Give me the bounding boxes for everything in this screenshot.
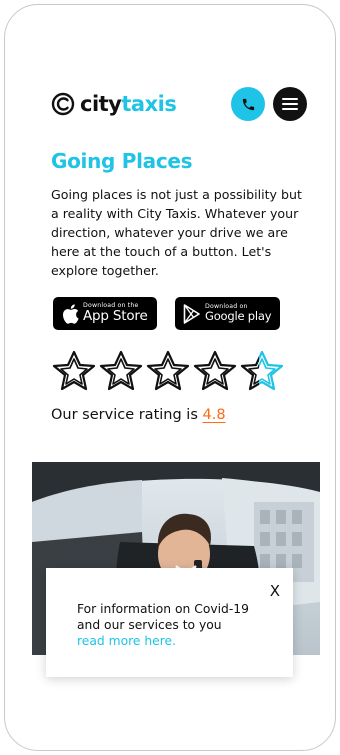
star-icon bbox=[99, 350, 143, 391]
popup-text: For information on Covid-19 and our serv… bbox=[77, 602, 249, 632]
header: citytaxis bbox=[51, 87, 311, 121]
logo-text-city: city bbox=[80, 92, 122, 116]
phone-icon bbox=[242, 98, 254, 110]
app-store-badge[interactable]: Download on the App Store bbox=[53, 297, 157, 330]
phone-frame: citytaxis Going Places Going places is n… bbox=[4, 4, 336, 751]
star-icon bbox=[146, 350, 190, 391]
google-play-big-text: Google play bbox=[205, 309, 272, 324]
star-rating bbox=[51, 349, 291, 393]
hero-title: Going Places bbox=[51, 149, 193, 173]
covid-info-popup: X For information on Covid-19 and our se… bbox=[46, 568, 293, 677]
city-taxis-logo[interactable]: citytaxis bbox=[51, 87, 177, 121]
logo-text-taxis: taxis bbox=[121, 92, 177, 116]
logo-mark-icon bbox=[51, 92, 75, 116]
logo-text: citytaxis bbox=[80, 92, 177, 116]
read-more-link[interactable]: read more here. bbox=[77, 633, 267, 649]
menu-button[interactable] bbox=[273, 87, 307, 121]
star-icon bbox=[52, 350, 96, 391]
partial-star-icon bbox=[240, 350, 284, 391]
app-badges: Download on the App Store Download on Go… bbox=[51, 297, 291, 331]
app-store-big-text: App Store bbox=[83, 308, 148, 325]
call-button[interactable] bbox=[231, 87, 265, 121]
hero-description: Going places is not just a possibility b… bbox=[51, 187, 302, 278]
star-icon bbox=[193, 350, 237, 391]
close-popup-button[interactable]: X bbox=[270, 582, 280, 600]
service-rating: Our service rating is 4.8 bbox=[51, 407, 226, 423]
hamburger-menu-icon bbox=[282, 98, 298, 110]
google-play-text: Download on Google play bbox=[205, 303, 272, 324]
rating-label: Our service rating is bbox=[51, 407, 198, 423]
google-play-badge[interactable]: Download on Google play bbox=[175, 297, 280, 330]
popup-message: For information on Covid-19 and our serv… bbox=[77, 601, 267, 649]
app-store-text: Download on the App Store bbox=[83, 302, 148, 325]
rating-value-link[interactable]: 4.8 bbox=[202, 407, 225, 423]
apple-icon bbox=[57, 303, 83, 324]
play-icon bbox=[179, 303, 205, 324]
